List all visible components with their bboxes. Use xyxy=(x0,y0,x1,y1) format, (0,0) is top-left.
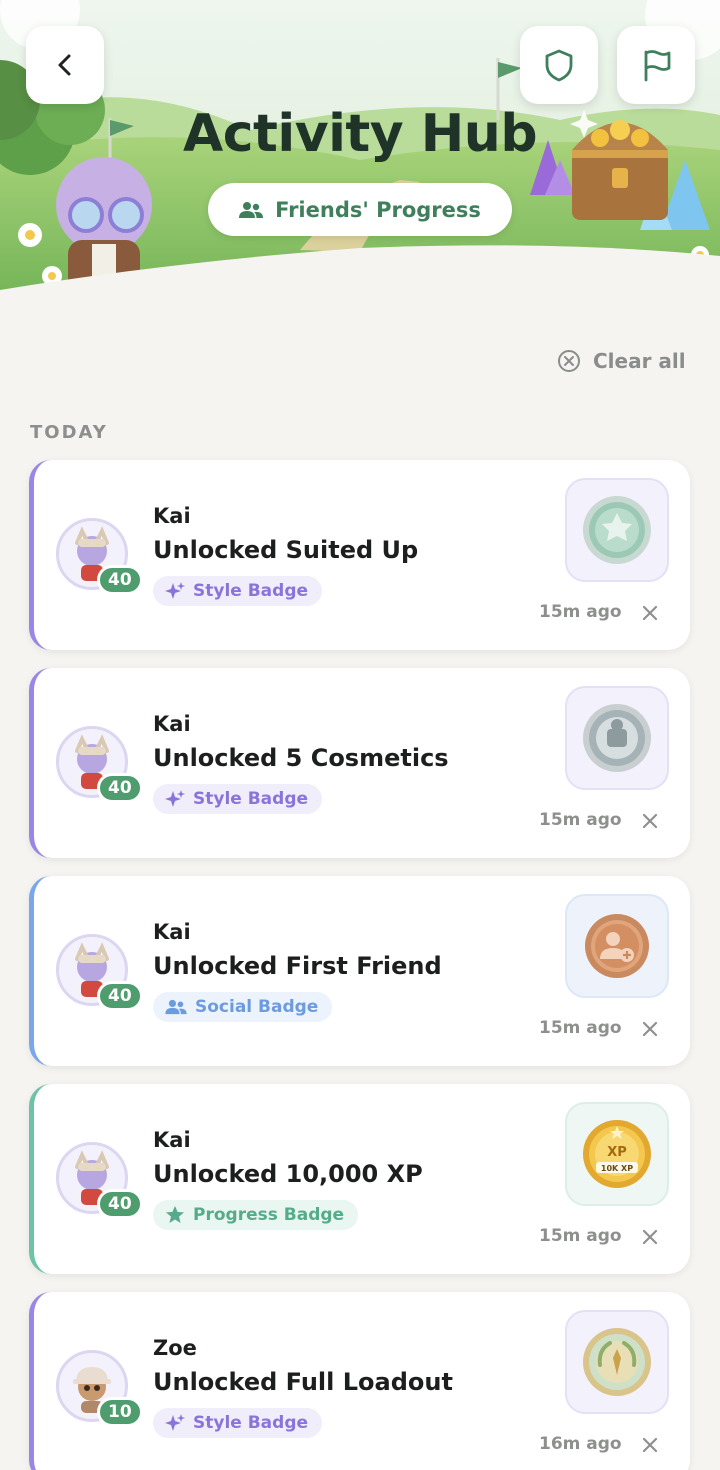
badge-image xyxy=(565,1310,669,1414)
avatar[interactable]: 10 xyxy=(56,1350,143,1427)
friend-name: Zoe xyxy=(153,1336,197,1360)
clear-all-label: Clear all xyxy=(593,349,686,373)
activity-title: Unlocked Suited Up xyxy=(153,536,419,564)
flag-button[interactable] xyxy=(617,26,695,104)
badge-image xyxy=(565,894,669,998)
svg-text:XP: XP xyxy=(607,1145,627,1160)
silver-medal-icon xyxy=(583,704,651,772)
sparkle-icon xyxy=(165,790,185,807)
badge-image: XP 10K XP xyxy=(565,1102,669,1206)
badge-type-chip: Progress Badge xyxy=(153,1200,359,1230)
timestamp: 15m ago xyxy=(539,810,622,830)
shield-button[interactable] xyxy=(520,26,598,104)
sparkle-icon xyxy=(165,582,185,599)
badge-type-chip: Style Badge xyxy=(153,576,323,606)
dismiss-button[interactable] xyxy=(637,1224,663,1250)
friend-name: Kai xyxy=(153,920,191,944)
close-icon xyxy=(642,813,658,829)
level-badge: 10 xyxy=(97,1397,143,1427)
dismiss-button[interactable] xyxy=(637,600,663,626)
back-button[interactable] xyxy=(26,26,104,104)
badge-type-chip: Social Badge xyxy=(153,992,333,1022)
friends-progress-chip[interactable]: Friends' Progress xyxy=(208,183,512,236)
badge-image xyxy=(565,478,669,582)
timestamp: 16m ago xyxy=(539,1434,622,1454)
activity-card[interactable]: 10 Zoe Unlocked Full Loadout Style Badge… xyxy=(29,1292,690,1470)
avatar[interactable]: 40 xyxy=(56,934,143,1011)
friend-name: Kai xyxy=(153,504,191,528)
page-title: Activity Hub xyxy=(182,104,538,164)
activity-card[interactable]: 40 Kai Unlocked 10,000 XP Progress Badge… xyxy=(29,1084,690,1274)
badge-type-chip: Style Badge xyxy=(153,1408,323,1438)
silver-green-medal-icon xyxy=(583,496,651,564)
activity-title: Unlocked First Friend xyxy=(153,952,442,980)
close-icon xyxy=(642,605,658,621)
activity-title: Unlocked 5 Cosmetics xyxy=(153,744,449,772)
timestamp: 15m ago xyxy=(539,1226,622,1246)
avatar[interactable]: 40 xyxy=(56,1142,143,1219)
close-icon xyxy=(642,1229,658,1245)
level-badge: 40 xyxy=(97,1189,143,1219)
badge-type-label: Style Badge xyxy=(193,1413,309,1433)
medal-text: 10K XP xyxy=(601,1164,633,1173)
close-icon xyxy=(642,1437,658,1453)
badge-type-label: Style Badge xyxy=(193,789,309,809)
friends-progress-label: Friends' Progress xyxy=(275,197,481,222)
activity-title: Unlocked 10,000 XP xyxy=(153,1160,423,1188)
people-icon xyxy=(165,999,187,1015)
chevron-left-icon xyxy=(58,54,71,76)
avatar[interactable]: 40 xyxy=(56,726,143,803)
badge-type-label: Progress Badge xyxy=(193,1205,345,1225)
gold-laurel-medal-icon xyxy=(583,1328,651,1396)
friend-name: Kai xyxy=(153,712,191,736)
friend-name: Kai xyxy=(153,1128,191,1152)
level-badge: 40 xyxy=(97,981,143,1011)
badge-type-label: Style Badge xyxy=(193,581,309,601)
badge-image xyxy=(565,686,669,790)
clear-all-button[interactable]: Clear all xyxy=(557,346,686,376)
close-icon xyxy=(642,1021,658,1037)
hero-banner: Activity Hub Friends' Progress xyxy=(0,0,720,300)
level-badge: 40 xyxy=(97,773,143,803)
badge-type-chip: Style Badge xyxy=(153,784,323,814)
level-badge: 40 xyxy=(97,565,143,595)
dismiss-button[interactable] xyxy=(637,808,663,834)
people-icon xyxy=(239,201,264,218)
activity-card[interactable]: 40 Kai Unlocked First Friend Social Badg… xyxy=(29,876,690,1066)
dismiss-button[interactable] xyxy=(637,1432,663,1458)
clear-circle-icon xyxy=(558,350,580,372)
avatar[interactable]: 40 xyxy=(56,518,143,595)
flag-icon xyxy=(644,50,671,82)
timestamp: 15m ago xyxy=(539,602,622,622)
badge-type-label: Social Badge xyxy=(195,997,319,1017)
shield-icon xyxy=(545,49,573,82)
timestamp: 15m ago xyxy=(539,1018,622,1038)
dismiss-button[interactable] xyxy=(637,1016,663,1042)
activity-title: Unlocked Full Loadout xyxy=(153,1368,453,1396)
sparkle-icon xyxy=(165,1414,185,1431)
activity-card[interactable]: 40 Kai Unlocked 5 Cosmetics Style Badge … xyxy=(29,668,690,858)
bronze-friend-medal-icon xyxy=(585,914,649,978)
star-icon xyxy=(166,1206,184,1223)
gold-xp-medal-icon: XP 10K XP xyxy=(583,1120,651,1188)
activity-card[interactable]: 40 Kai Unlocked Suited Up Style Badge 15… xyxy=(29,460,690,650)
section-label-today: TODAY xyxy=(30,422,108,443)
